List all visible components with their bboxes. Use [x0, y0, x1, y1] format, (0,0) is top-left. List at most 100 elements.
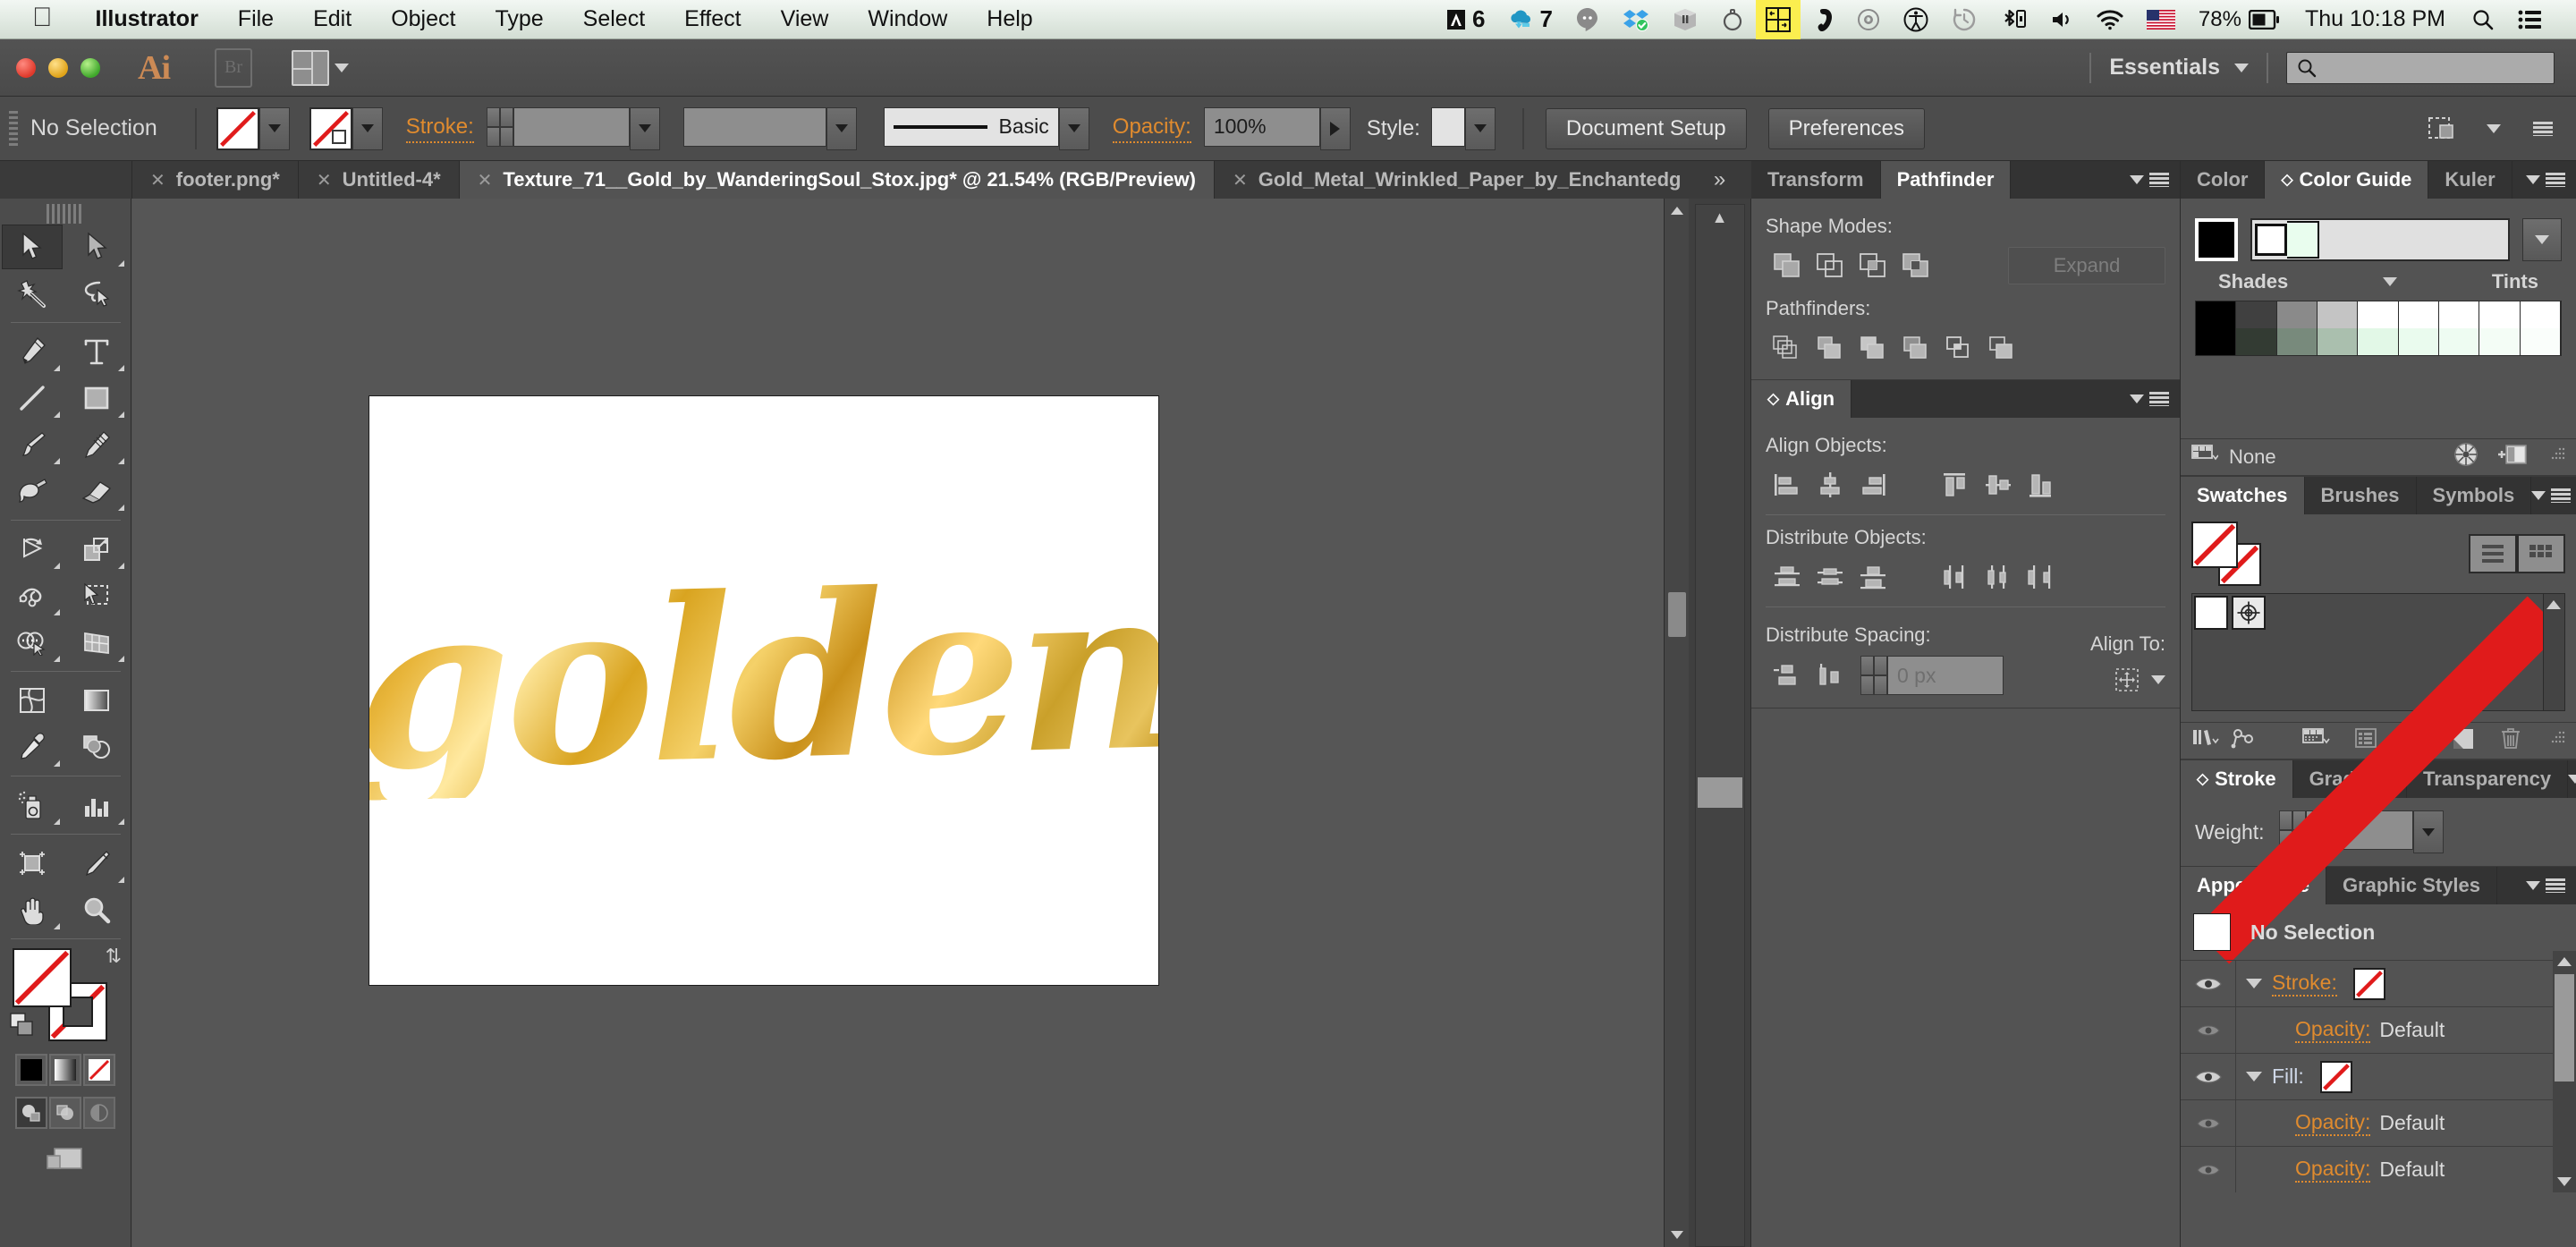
bridge-button[interactable]: Br [215, 47, 252, 88]
distribute-horizontal-center-icon[interactable] [1977, 558, 2020, 596]
default-fill-stroke-icon[interactable] [9, 1012, 39, 1043]
mesh-tool[interactable] [2, 678, 63, 723]
align-horizontal-center-icon[interactable] [1809, 466, 1852, 504]
appearance-row-stroke-opacity[interactable]: Opacity: Default [2181, 1006, 2576, 1053]
draw-normal-button[interactable] [15, 1097, 47, 1129]
color-cell[interactable] [2276, 328, 2318, 355]
opacity-input[interactable]: 100% [1203, 106, 1320, 147]
pencil-tool[interactable] [66, 422, 127, 467]
fill-swatch[interactable] [216, 106, 259, 150]
timer-icon[interactable] [1709, 8, 1756, 31]
align-to-selection-icon[interactable] [2110, 665, 2146, 695]
creative-cloud-sync-icon[interactable]: 7 [1496, 5, 1563, 33]
align-top-icon[interactable] [1934, 466, 1977, 504]
appearance-row-key[interactable]: Stroke: [2272, 971, 2337, 997]
blob-brush-tool[interactable] [2, 469, 63, 513]
document-tab-texture71[interactable]: ✕ Texture_71__Gold_by_WanderingSoul_Stox… [459, 161, 1215, 199]
distribute-left-icon[interactable] [1934, 558, 1977, 596]
align-vertical-center-icon[interactable] [1977, 466, 2020, 504]
unite-icon[interactable] [1766, 247, 1809, 284]
bluetooth-icon[interactable] [1988, 7, 2038, 32]
document-setup-button[interactable]: Document Setup [1545, 107, 1747, 149]
graphic-style-dropdown-button[interactable] [1464, 106, 1496, 150]
expand-triangle-icon[interactable] [2236, 1072, 2272, 1082]
toolbar-fill-swatch[interactable] [13, 948, 72, 1007]
arrange-documents-button[interactable] [292, 49, 349, 86]
line-segment-tool[interactable] [2, 376, 63, 420]
chevron-down-icon[interactable] [2568, 775, 2576, 784]
appearance-row-key[interactable]: Opacity: [2295, 1157, 2371, 1183]
edit-colors-icon[interactable] [2453, 441, 2479, 473]
variable-width-input[interactable] [682, 106, 826, 147]
tools-panel-grip[interactable] [47, 204, 84, 224]
swatches-fill-swatch[interactable] [2191, 522, 2238, 568]
battery-icon[interactable]: 78% [2187, 7, 2291, 32]
symbol-sprayer-tool[interactable] [2, 783, 63, 827]
artboard-tool[interactable] [2, 841, 63, 886]
panel-menu-icon[interactable] [2149, 173, 2169, 187]
merge-icon[interactable] [1852, 329, 1894, 367]
tab-symbols[interactable]: Symbols [2416, 477, 2532, 514]
draw-behind-button[interactable] [49, 1097, 81, 1129]
spotlight-search-icon[interactable] [2460, 8, 2506, 31]
stroke-weight-input[interactable] [513, 106, 630, 147]
pen-tool[interactable] [2, 329, 63, 374]
control-bar-menu-icon[interactable] [2533, 121, 2553, 136]
help-search-input[interactable] [2286, 51, 2555, 84]
tab-color[interactable]: Color [2181, 161, 2266, 199]
brush-definition-control[interactable]: Basic [883, 106, 1089, 150]
visibility-eye-icon[interactable] [2181, 961, 2236, 1006]
chevron-down-icon[interactable] [2130, 394, 2144, 403]
stroke-swatch[interactable] [309, 106, 352, 150]
tab-color-guide[interactable]: ◇ Color Guide [2265, 161, 2429, 199]
appearance-row-key[interactable]: Opacity: [2295, 1017, 2371, 1043]
graphic-style-swatch[interactable] [1430, 106, 1465, 147]
color-cell[interactable] [2317, 301, 2359, 328]
chevron-down-icon[interactable] [2130, 175, 2144, 184]
tab-brushes[interactable]: Brushes [2304, 477, 2417, 514]
distribute-bottom-icon[interactable] [1852, 558, 1894, 596]
color-cell[interactable] [2196, 301, 2237, 328]
grid-view-icon[interactable] [2517, 534, 2565, 573]
menu-view[interactable]: View [761, 6, 849, 32]
align-to-artboard-icon[interactable] [2428, 115, 2463, 143]
swatches-list[interactable] [2191, 593, 2565, 964]
type-tool[interactable] [66, 329, 127, 374]
close-icon[interactable]: ✕ [150, 169, 165, 191]
color-cell[interactable] [2317, 328, 2359, 355]
distribute-vertical-space-icon[interactable] [1766, 657, 1809, 694]
expand-button[interactable]: Expand [2008, 247, 2165, 284]
menu-select[interactable]: Select [564, 6, 665, 32]
dock-scrollbar[interactable]: ▲ [1694, 204, 1745, 1247]
color-cell[interactable] [2438, 328, 2480, 355]
tab-swatches[interactable]: Swatches [2181, 477, 2305, 514]
canvas-vertical-scrollbar[interactable] [1664, 199, 1689, 1247]
distribute-horizontal-space-icon[interactable] [1809, 657, 1852, 694]
control-bar-grip[interactable] [9, 110, 18, 147]
graphic-style-control[interactable] [1430, 106, 1496, 150]
variable-width-dropdown-button[interactable] [826, 106, 857, 150]
magic-wand-tool[interactable] [2, 271, 63, 316]
harmony-rules-bar[interactable] [2250, 218, 2510, 261]
color-cell[interactable] [2236, 328, 2277, 355]
change-screen-mode-button[interactable] [42, 1141, 89, 1177]
spacing-input[interactable]: 0 px [1887, 656, 2004, 695]
tab-align[interactable]: ◇ Align [1751, 380, 1852, 418]
appearance-row-key[interactable]: Opacity: [2295, 1110, 2371, 1136]
distribute-right-icon[interactable] [2020, 558, 2063, 596]
swap-fill-stroke-icon[interactable]: ⇅ [106, 945, 122, 968]
visibility-eye-icon-dim[interactable] [2181, 1100, 2236, 1146]
divide-icon[interactable] [1766, 329, 1809, 367]
harmony-swatch-2[interactable] [2287, 221, 2319, 259]
align-right-icon[interactable] [1852, 466, 1894, 504]
color-cell[interactable] [2358, 301, 2399, 328]
crop-icon[interactable] [1894, 329, 1937, 367]
align-left-icon[interactable] [1766, 466, 1809, 504]
appearance-fill-swatch[interactable] [2319, 1060, 2352, 1093]
chevron-down-icon[interactable] [2531, 491, 2546, 500]
appearance-row-object-opacity[interactable]: Opacity: Default [2181, 1146, 2576, 1192]
shape-builder-tool[interactable] [2, 620, 63, 665]
stroke-weight-up-button[interactable] [486, 106, 513, 127]
dvd-icon[interactable]: D [1845, 8, 1892, 31]
list-view-icon[interactable] [2469, 534, 2517, 573]
